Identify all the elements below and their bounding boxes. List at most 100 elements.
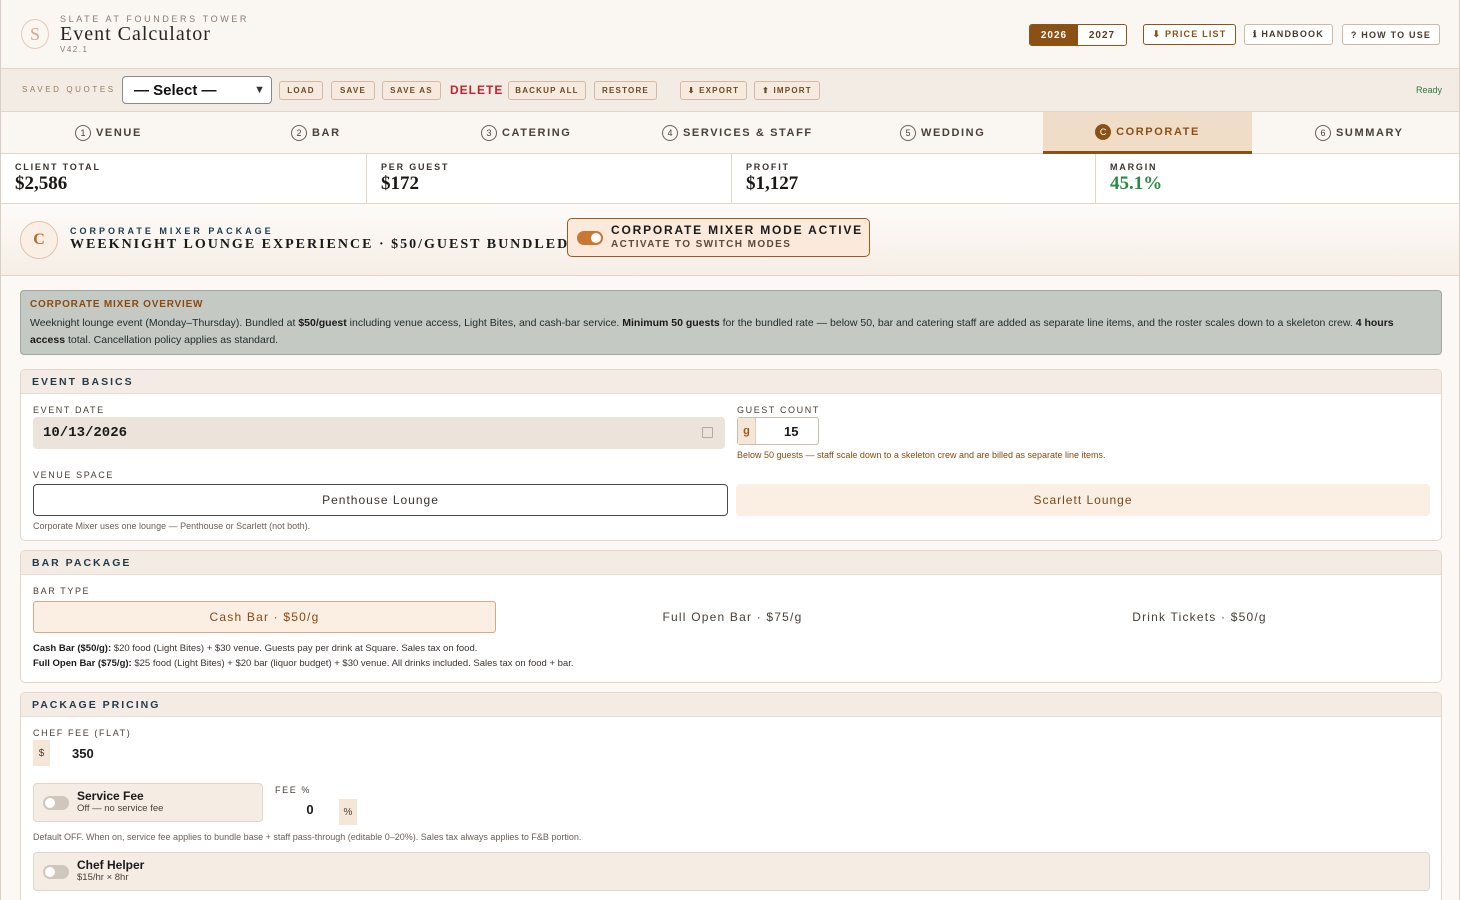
bar-note-open: Full Open Bar ($75/g): $25 food (Light B… [33, 658, 574, 669]
bar-option-cash[interactable]: Cash Bar · $50/g [33, 601, 496, 633]
guest-count-input[interactable]: g 15 [737, 417, 819, 445]
service-fee-subtitle: Off — no service fee [77, 803, 164, 814]
tab-number: C [1095, 123, 1112, 140]
chef-fee-label: CHEF FEE (FLAT) [33, 728, 132, 738]
card-header: EVENT BASICS [21, 370, 1441, 394]
tab-summary[interactable]: 6 SUMMARY [1315, 112, 1404, 153]
tab-wedding[interactable]: 5 WEDDING [900, 112, 985, 153]
kpi-profit: PROFIT $1,127 [732, 154, 1096, 203]
tab-label: SERVICES & STAFF [683, 126, 813, 139]
export-button[interactable]: ⬇ EXPORT [680, 81, 747, 100]
kpi-label: PER GUEST [381, 162, 450, 172]
tab-number: 5 [900, 124, 916, 141]
fee-percent-label: FEE % [275, 785, 312, 795]
app-window: S SLATE AT FOUNDERS TOWER Event Calculat… [0, 0, 1460, 900]
handbook-button[interactable]: ℹ HANDBOOK [1244, 24, 1333, 45]
chef-helper-toggle[interactable]: Chef Helper $15/hr × 8hr [33, 852, 1430, 891]
tab-number: 2 [291, 124, 307, 141]
tab-number: 6 [1315, 124, 1331, 141]
tab-corporate[interactable]: C CORPORATE [1043, 112, 1252, 154]
service-fee-toggle[interactable]: Service Fee Off — no service fee [33, 783, 263, 822]
fee-percent-input[interactable]: 0 [303, 802, 317, 817]
status-text: Ready [1416, 85, 1443, 95]
load-button[interactable]: LOAD [279, 81, 323, 100]
kpi-per-guest: PER GUEST $172 [367, 154, 732, 203]
overview-panel: CORPORATE MIXER OVERVIEW Weeknight loung… [20, 290, 1442, 355]
card-title: BAR PACKAGE [32, 557, 132, 569]
app-version: V42.1 [60, 45, 89, 54]
tab-label: CORPORATE [1116, 125, 1200, 138]
bar-type-label: BAR TYPE [33, 586, 91, 596]
tab-venue[interactable]: 1 VENUE [75, 112, 142, 153]
event-date-input[interactable]: 10/13/2026 [33, 417, 725, 449]
tab-number: 1 [75, 124, 91, 141]
kpi-label: CLIENT TOTAL [15, 162, 101, 172]
toggle-switch-icon [43, 865, 69, 879]
app-header: S SLATE AT FOUNDERS TOWER Event Calculat… [1, 0, 1459, 69]
import-button[interactable]: ⬆ IMPORT [754, 81, 820, 100]
kpi-value: $2,586 [15, 173, 68, 194]
bar-option-tickets[interactable]: Drink Tickets · $50/g [968, 601, 1431, 633]
how-to-use-button[interactable]: ? HOW TO USE [1342, 24, 1440, 45]
card-header: PACKAGE PRICING [21, 693, 1441, 717]
tab-services-staff[interactable]: 4 SERVICES & STAFF [662, 112, 813, 153]
package-title: WEEKNIGHT LOUNGE EXPERIENCE · $50/GUEST … [70, 237, 570, 252]
corporate-mode-toggle[interactable]: CORPORATE MIXER MODE ACTIVE ACTIVATE TO … [567, 218, 870, 257]
guest-count-value: 15 [784, 424, 799, 439]
tab-number: 3 [481, 124, 497, 141]
venue-space-label: VENUE SPACE [33, 470, 114, 480]
chef-helper-subtitle: $15/hr × 8hr [77, 872, 129, 883]
card-header: BAR PACKAGE [21, 551, 1441, 575]
chevron-down-icon: ▼ [254, 84, 265, 96]
saved-quotes-select-value: — Select — [134, 81, 217, 99]
package-pricing-card: PACKAGE PRICING CHEF FEE (FLAT) $ 350 Se… [20, 692, 1442, 900]
guest-prefix: g [738, 418, 756, 444]
kpi-client-total: CLIENT TOTAL $2,586 [1, 154, 367, 203]
venue-option-penthouse[interactable]: Penthouse Lounge [33, 484, 728, 516]
backup-all-button[interactable]: BACKUP ALL [508, 81, 586, 100]
service-fee-title: Service Fee [77, 789, 144, 803]
overview-text: Weeknight lounge event (Monday–Thursday)… [30, 317, 1394, 346]
tab-bar[interactable]: 2 BAR [291, 112, 341, 153]
section-tabs: 1 VENUE 2 BAR 3 CATERING 4 SERVICES & ST… [1, 112, 1459, 154]
mode-subtitle: ACTIVATE TO SWITCH MODES [611, 239, 792, 250]
percent-suffix: % [339, 799, 357, 825]
year-2026-button[interactable]: 2026 [1030, 25, 1078, 45]
venue-hint: Corporate Mixer uses one lounge — Pentho… [33, 521, 311, 531]
corporate-badge: C [20, 221, 58, 259]
price-list-button[interactable]: ⬇ PRICE LIST [1143, 24, 1236, 45]
restore-button[interactable]: RESTORE [594, 81, 657, 100]
bar-option-open[interactable]: Full Open Bar · $75/g [501, 601, 964, 633]
kpi-value: $172 [381, 173, 419, 194]
kpi-value: $1,127 [746, 173, 799, 194]
venue-option-scarlett[interactable]: Scarlett Lounge [736, 484, 1430, 516]
tab-label: WEDDING [921, 126, 986, 139]
guest-warning: Below 50 guests — staff scale down to a … [737, 450, 1106, 460]
card-title: EVENT BASICS [32, 376, 134, 388]
chef-helper-title: Chef Helper [77, 858, 145, 872]
kpi-margin: MARGIN 45.1% [1096, 154, 1459, 203]
bar-package-card: BAR PACKAGE BAR TYPE Cash Bar · $50/g Fu… [20, 550, 1442, 683]
chef-fee-value: 350 [72, 746, 94, 761]
year-2027-button[interactable]: 2027 [1078, 25, 1126, 45]
saved-quotes-label: SAVED QUOTES [22, 85, 116, 94]
event-basics-card: EVENT BASICS EVENT DATE 10/13/2026 GUEST… [20, 369, 1442, 541]
brand-logo: S [21, 19, 49, 49]
app-title: Event Calculator [60, 23, 211, 45]
currency-prefix: $ [33, 740, 50, 766]
save-button[interactable]: SAVE [331, 81, 375, 100]
save-as-button[interactable]: SAVE AS [382, 81, 441, 100]
toggle-switch-icon [43, 796, 69, 810]
mode-switch-icon [577, 231, 603, 245]
tab-catering[interactable]: 3 CATERING [481, 112, 571, 153]
saved-quotes-toolbar: SAVED QUOTES — Select — ▼ LOAD SAVE SAVE… [1, 69, 1459, 112]
kpi-strip: CLIENT TOTAL $2,586 PER GUEST $172 PROFI… [1, 154, 1459, 204]
saved-quotes-select[interactable]: — Select — ▼ [122, 76, 272, 104]
calendar-icon[interactable] [702, 427, 713, 438]
mode-title: CORPORATE MIXER MODE ACTIVE [611, 223, 863, 237]
kpi-value: 45.1% [1110, 173, 1163, 194]
tab-label: VENUE [96, 126, 142, 139]
delete-button[interactable]: DELETE [450, 83, 503, 97]
card-title: PACKAGE PRICING [32, 699, 161, 711]
guest-count-label: GUEST COUNT [737, 405, 820, 415]
